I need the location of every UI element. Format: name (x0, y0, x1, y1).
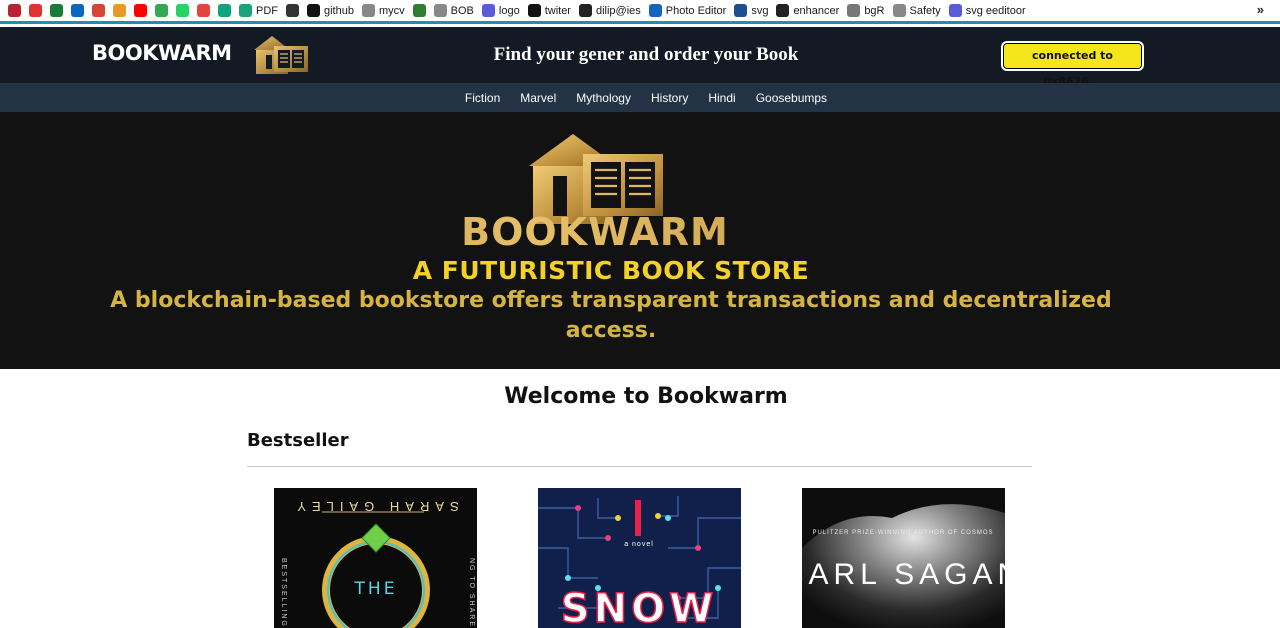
category-mythology[interactable]: Mythology (576, 91, 631, 105)
bookmark-label: BOB (450, 4, 474, 17)
bookmark-label: github (324, 4, 354, 17)
svg-icon (734, 4, 748, 17)
book-cover-title: SNOW (561, 586, 717, 628)
book-cover-image: PULITZER PRIZE-WINNING AUTHOR OF COSMOS … (802, 488, 1005, 628)
bookmark-item[interactable]: logo (478, 1, 524, 21)
bookmark-item[interactable] (214, 1, 235, 21)
book-card[interactable]: PULITZER PRIZE-WINNING AUTHOR OF COSMOS … (802, 488, 1005, 628)
logo-icon (481, 4, 495, 17)
bookmark-item[interactable]: BOB (430, 1, 478, 21)
book-card[interactable]: a novel SNOW (538, 488, 741, 628)
bookmark-label: Safety (909, 4, 941, 17)
chatgpt-icon (218, 4, 231, 17)
bookmark-item[interactable]: dilip@ies (575, 1, 645, 21)
bookmark-item[interactable] (88, 1, 109, 21)
bookmark-label: twiter (544, 4, 571, 17)
hero-title: A FUTURISTIC BOOK STORE (412, 256, 810, 285)
bookmark-item[interactable] (109, 1, 130, 21)
category-marvel[interactable]: Marvel (520, 91, 556, 105)
bookmark-item[interactable] (151, 1, 172, 21)
bookmark-item[interactable] (409, 1, 430, 21)
category-nav: Fiction Marvel Mythology History Hindi G… (0, 83, 1280, 112)
book-cover-side-right: NG TO SHARE (468, 558, 475, 628)
bookmark-item[interactable] (67, 1, 88, 21)
book-cover-subtitle: a novel (624, 541, 654, 548)
bookmark-item[interactable]: enhancer (772, 1, 843, 21)
bookmark-label: PDF (256, 4, 278, 17)
bookmark-label: bgR (864, 4, 885, 17)
w-icon (412, 4, 426, 17)
hero-brand-name: BOOKWARM (0, 210, 1190, 254)
youtube-icon (134, 4, 147, 17)
bookmark-item[interactable]: Photo Editor (645, 1, 731, 21)
bookmark-label: mycv (378, 4, 405, 17)
bookmark-item[interactable]: bgR (843, 1, 888, 21)
bookmark-item[interactable] (4, 1, 25, 21)
pdf-icon (239, 4, 252, 17)
bookmark-label: svg eeditoor (965, 4, 1026, 17)
bookmark-label: svg (751, 4, 769, 17)
github-icon (307, 4, 320, 17)
more-bookmarks-icon[interactable]: » (1257, 2, 1264, 17)
heart-icon (29, 4, 42, 17)
whatsapp-icon (176, 4, 189, 17)
globe-icon (361, 4, 375, 17)
layers-icon (847, 4, 861, 17)
globe-icon (892, 4, 906, 17)
x-icon (527, 4, 541, 17)
section-title-bestseller: Bestseller (247, 430, 349, 451)
bookmark-item[interactable] (130, 1, 151, 21)
bookmark-item[interactable] (193, 1, 214, 21)
book-cover-title: THE (354, 579, 398, 599)
category-hindi[interactable]: Hindi (708, 91, 735, 105)
book-cover-image: a novel SNOW (538, 488, 741, 628)
category-fiction[interactable]: Fiction (465, 91, 500, 105)
hero-subtitle: A blockchain-based bookstore offers tran… (110, 288, 1112, 343)
category-history[interactable]: History (651, 91, 688, 105)
bookmark-item[interactable] (172, 1, 193, 21)
c-icon (776, 4, 790, 17)
bookmark-item[interactable] (282, 1, 303, 21)
book-cover-image: SARAH GAILEY BESTSELLING NG TO SHARE THE (280, 499, 475, 628)
bookmark-item[interactable] (46, 1, 67, 21)
bookmark-item[interactable]: PDF (235, 1, 282, 21)
book-card[interactable]: SARAH GAILEY BESTSELLING NG TO SHARE THE (274, 488, 477, 628)
bookmark-item[interactable]: svg eeditoor (945, 1, 1030, 21)
page-title: Welcome to Bookwarm (504, 384, 788, 409)
category-goosebumps[interactable]: Goosebumps (756, 91, 827, 105)
cube-icon (286, 4, 299, 17)
bookmark-label: enhancer (793, 4, 840, 17)
bookmark-item[interactable] (25, 1, 46, 21)
bookmark-icon (8, 4, 21, 17)
section-divider (247, 466, 1032, 467)
gmail-icon (92, 4, 105, 17)
bookmark-item[interactable]: Safety (889, 1, 945, 21)
signal-icon (197, 4, 210, 17)
book-cover-side-left: BESTSELLING (280, 558, 287, 628)
hero-banner: BOOKWARM A FUTURISTIC BOOK STORE A block… (0, 112, 1280, 369)
pinwheel-icon (113, 4, 126, 17)
a-icon (578, 4, 592, 17)
bookmark-item[interactable]: svg (730, 1, 772, 21)
globe-icon (433, 4, 447, 17)
bookmark-item[interactable]: mycv (358, 1, 409, 21)
bookmarks-bar: PDF github mycv BOB logo twiter dilip@ies Photo… (0, 0, 1280, 24)
bookmark-item[interactable]: github (303, 1, 358, 21)
m-icon (50, 4, 63, 17)
book-cover-title: CARL SAGAN (802, 558, 1005, 591)
bookmark-label: logo (498, 4, 520, 17)
photo-editor-icon (648, 4, 662, 17)
bookmark-item[interactable]: twiter (524, 1, 575, 21)
site-header: BOOKWARM Find your gener and order your … (0, 27, 1280, 88)
bookmark-label: dilip@ies (595, 4, 641, 17)
maps-icon (155, 4, 168, 17)
bookmark-label: Photo Editor (665, 4, 727, 17)
linkedin-icon (71, 4, 84, 17)
book-cover-tagline: PULITZER PRIZE-WINNING AUTHOR OF COSMOS (812, 530, 993, 536)
connect-wallet-button[interactable]: connected to 0x8626... (1001, 41, 1144, 88)
m-logo-icon (948, 4, 962, 17)
